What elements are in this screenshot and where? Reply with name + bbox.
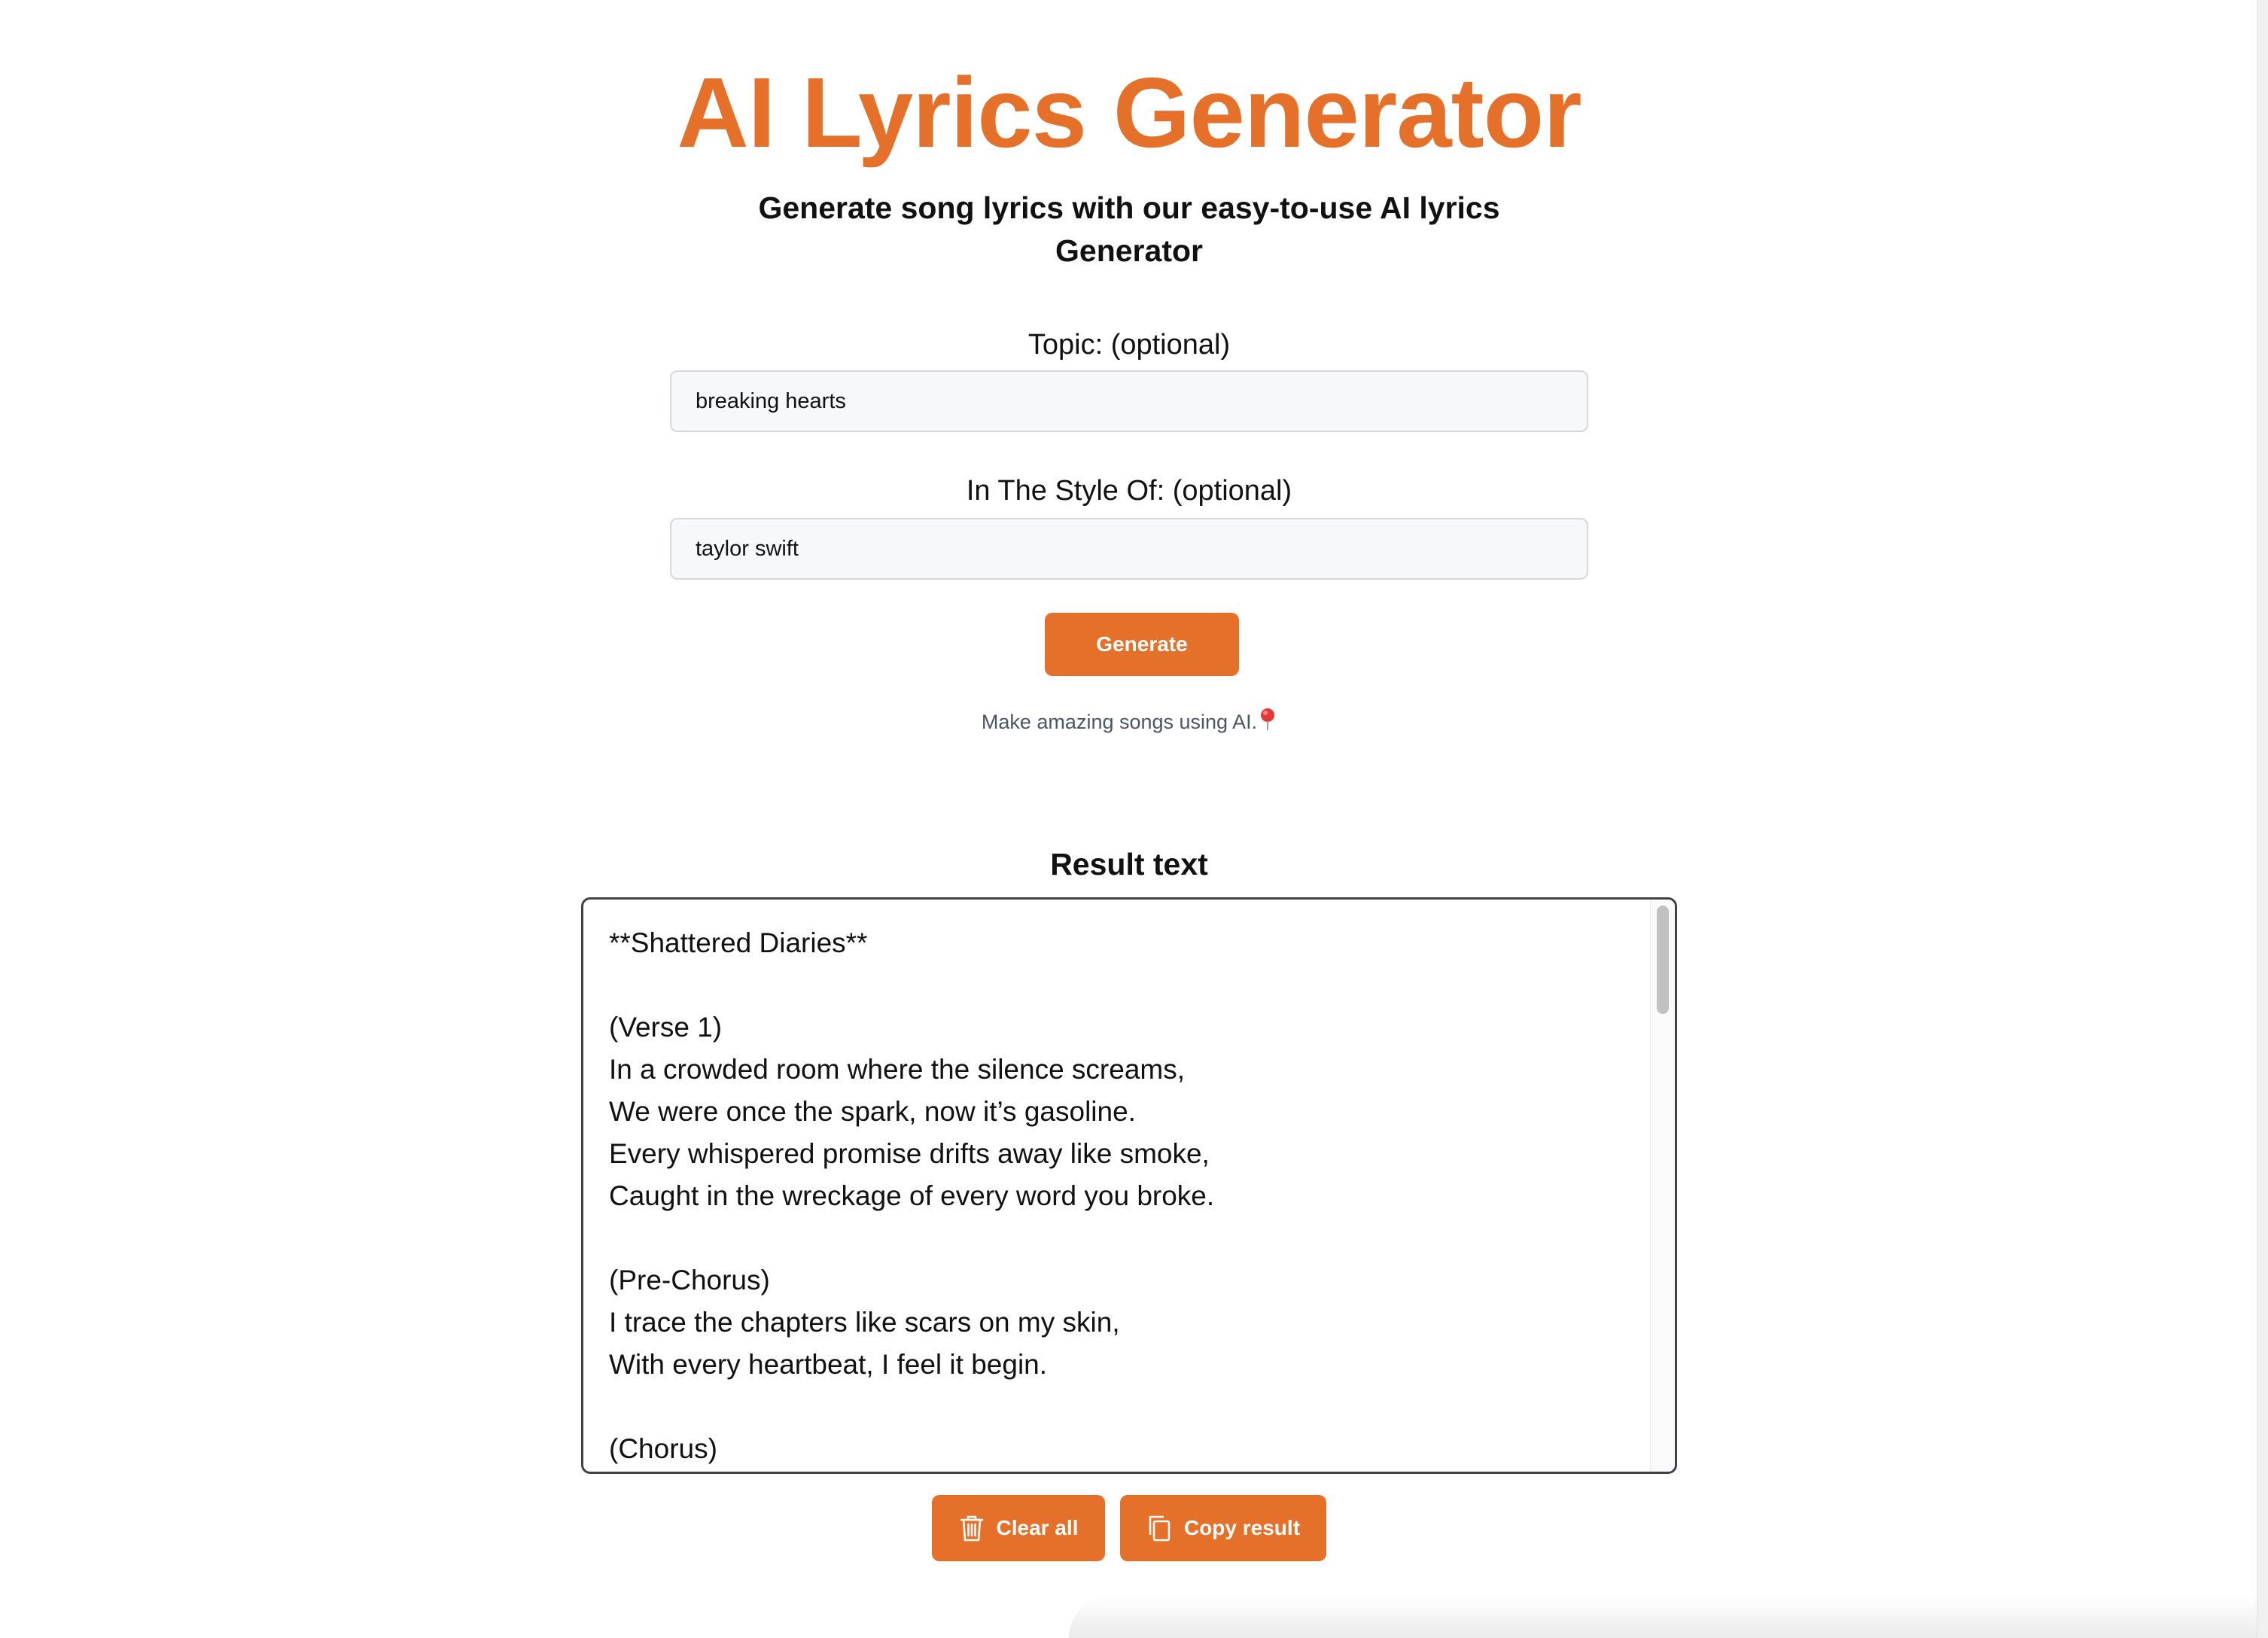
topic-label: Topic: (optional)	[1027, 329, 1231, 361]
page: AI Lyrics Generator Generate song lyrics…	[0, 0, 2268, 1638]
page-scrollbar[interactable]	[2257, 0, 2268, 1638]
result-line	[609, 1217, 1610, 1259]
page-title: AI Lyrics Generator	[677, 57, 1582, 168]
result-textarea[interactable]: **Shattered Diaries** (Verse 1) In a crowd…	[581, 897, 1677, 1474]
result-line	[609, 1386, 1610, 1428]
result-scrollbar-thumb[interactable]	[1657, 906, 1669, 1014]
topic-input[interactable]	[670, 370, 1588, 432]
clear-all-button[interactable]: Clear all	[932, 1495, 1105, 1561]
copy-result-button[interactable]: Copy result	[1120, 1495, 1326, 1561]
copy-result-label: Copy result	[1183, 1516, 1301, 1539]
generate-button[interactable]: Generate	[1045, 613, 1239, 676]
result-line: With every heartbeat, I feel it begin.	[609, 1349, 1048, 1380]
result-line	[609, 964, 1610, 1006]
result-line: **Shattered Diaries**	[609, 927, 868, 958]
tagline-text: Make amazing songs using AI.	[981, 711, 1258, 733]
result-line: (Chorus)	[609, 1433, 717, 1464]
bottom-shadow	[1069, 1596, 2268, 1638]
result-title: Result text	[1050, 847, 1208, 881]
result-line: (Pre-Chorus)	[609, 1265, 770, 1295]
style-label: In The Style Of: (optional)	[966, 475, 1292, 507]
result-line: We were once the spark, now it’s gasolin…	[609, 1096, 1136, 1127]
result-content: **Shattered Diaries** (Verse 1) In a crowd…	[609, 922, 1610, 1470]
result-line: In a crowded room where the silence scre…	[609, 1054, 1186, 1085]
tagline: Make amazing songs using AI.	[0, 708, 2258, 735]
pin-icon	[1259, 708, 1277, 732]
page-subtitle: Generate song lyrics with our easy-to-us…	[758, 190, 1500, 268]
result-scrollbar[interactable]	[1650, 900, 1675, 1472]
result-line: (Verse 1)	[609, 1012, 723, 1043]
result-line: Caught in the wreckage of every word you…	[609, 1180, 1215, 1211]
clear-all-label: Clear all	[996, 1516, 1079, 1539]
style-input[interactable]	[670, 518, 1588, 580]
result-line: Every whispered promise drifts away like…	[609, 1138, 1210, 1169]
copy-icon	[1146, 1514, 1172, 1542]
result-line: I trace the chapters like scars on my sk…	[609, 1307, 1120, 1338]
trash-icon	[959, 1514, 985, 1542]
